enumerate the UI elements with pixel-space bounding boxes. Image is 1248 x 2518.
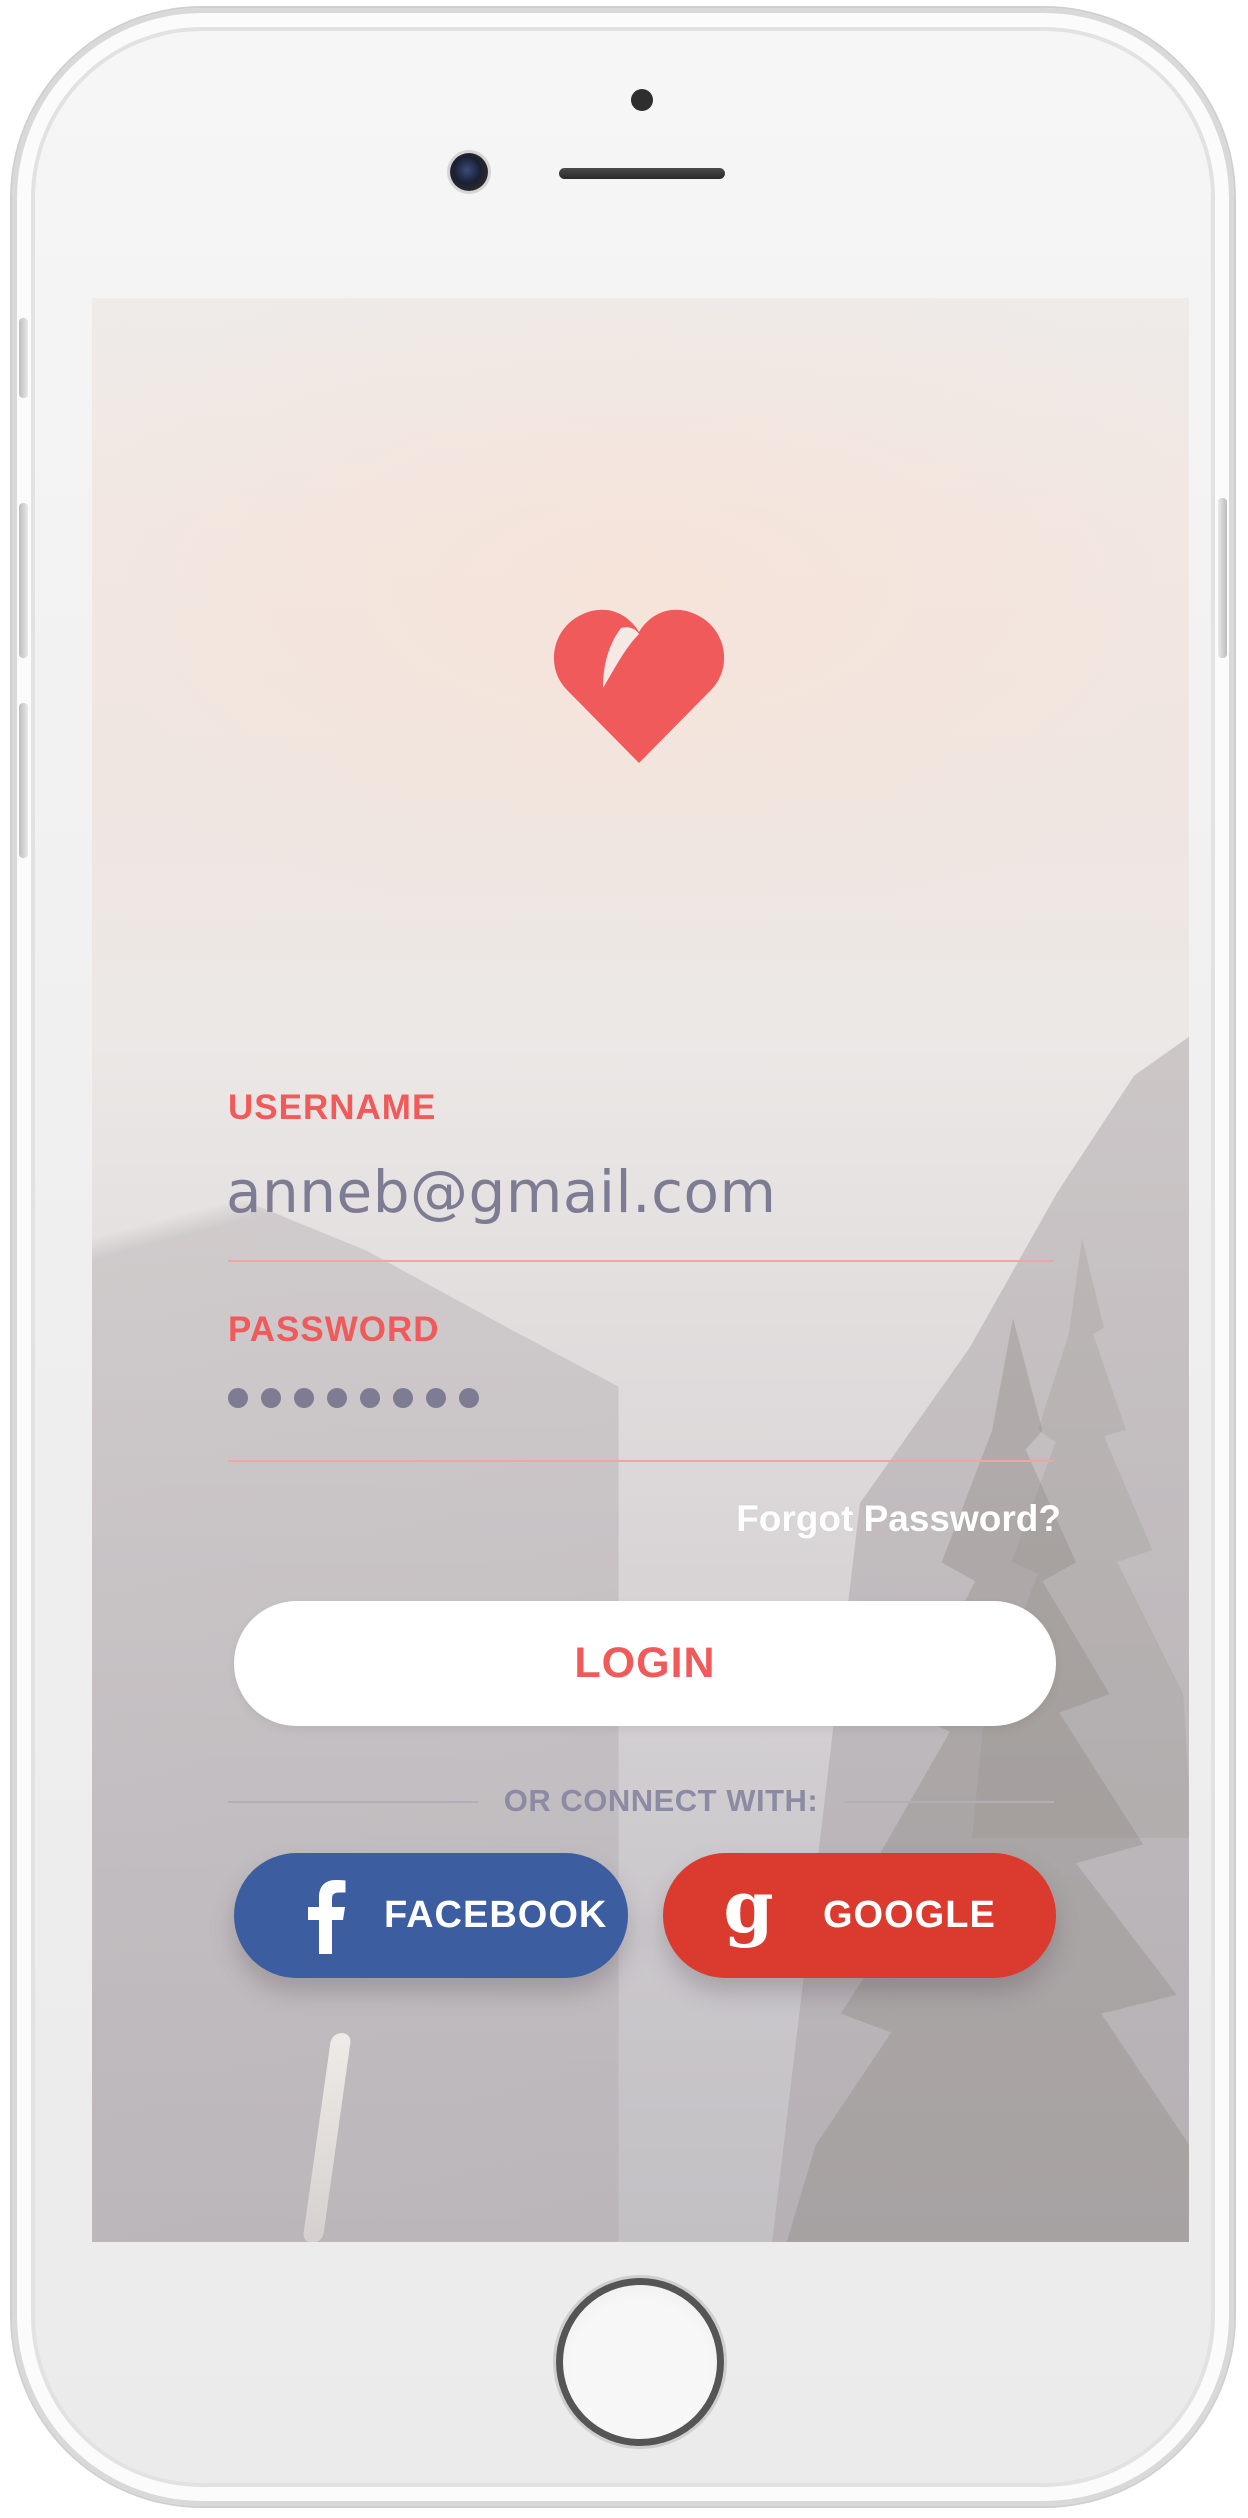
mute-switch bbox=[19, 318, 28, 398]
google-button[interactable]: g GOOGLE bbox=[663, 1853, 1056, 1978]
facebook-label: FACEBOOK bbox=[384, 1894, 608, 1936]
password-underline bbox=[228, 1460, 1054, 1462]
home-button[interactable] bbox=[556, 2278, 724, 2446]
proximity-sensor bbox=[631, 89, 653, 111]
facebook-button[interactable]: FACEBOOK bbox=[234, 1853, 628, 1978]
google-g-icon: g bbox=[719, 1871, 779, 1961]
divider-line bbox=[844, 1801, 1054, 1803]
password-mask-dot bbox=[393, 1388, 413, 1408]
password-mask-dot bbox=[327, 1388, 347, 1408]
password-label: PASSWORD bbox=[228, 1310, 440, 1349]
volume-down-button bbox=[19, 703, 28, 858]
connect-with-text: OR CONNECT WITH: bbox=[503, 1783, 819, 1818]
earpiece-speaker bbox=[559, 168, 725, 179]
password-mask-dot bbox=[360, 1388, 380, 1408]
forgot-password-link[interactable]: Forgot Password? bbox=[736, 1498, 1061, 1540]
login-screen: USERNAME anneb@gmail.com PASSWORD Forgot… bbox=[92, 298, 1189, 2242]
password-mask-dot bbox=[261, 1388, 281, 1408]
heart-icon bbox=[553, 609, 725, 763]
phone-frame: USERNAME anneb@gmail.com PASSWORD Forgot… bbox=[12, 8, 1234, 2506]
login-button[interactable]: LOGIN bbox=[234, 1601, 1056, 1726]
divider-line bbox=[228, 1801, 478, 1803]
facebook-f-icon bbox=[296, 1871, 356, 1961]
password-input[interactable] bbox=[228, 1388, 479, 1408]
google-label: GOOGLE bbox=[823, 1894, 996, 1936]
password-mask-dot bbox=[228, 1388, 248, 1408]
username-underline bbox=[228, 1260, 1054, 1262]
password-mask-dot bbox=[459, 1388, 479, 1408]
power-button bbox=[1218, 498, 1227, 658]
password-mask-dot bbox=[426, 1388, 446, 1408]
volume-up-button bbox=[19, 503, 28, 658]
username-input[interactable]: anneb@gmail.com bbox=[226, 1158, 776, 1226]
password-mask-dot bbox=[294, 1388, 314, 1408]
front-camera bbox=[450, 153, 488, 191]
svg-text:g: g bbox=[723, 1876, 774, 1949]
username-label: USERNAME bbox=[228, 1088, 437, 1127]
